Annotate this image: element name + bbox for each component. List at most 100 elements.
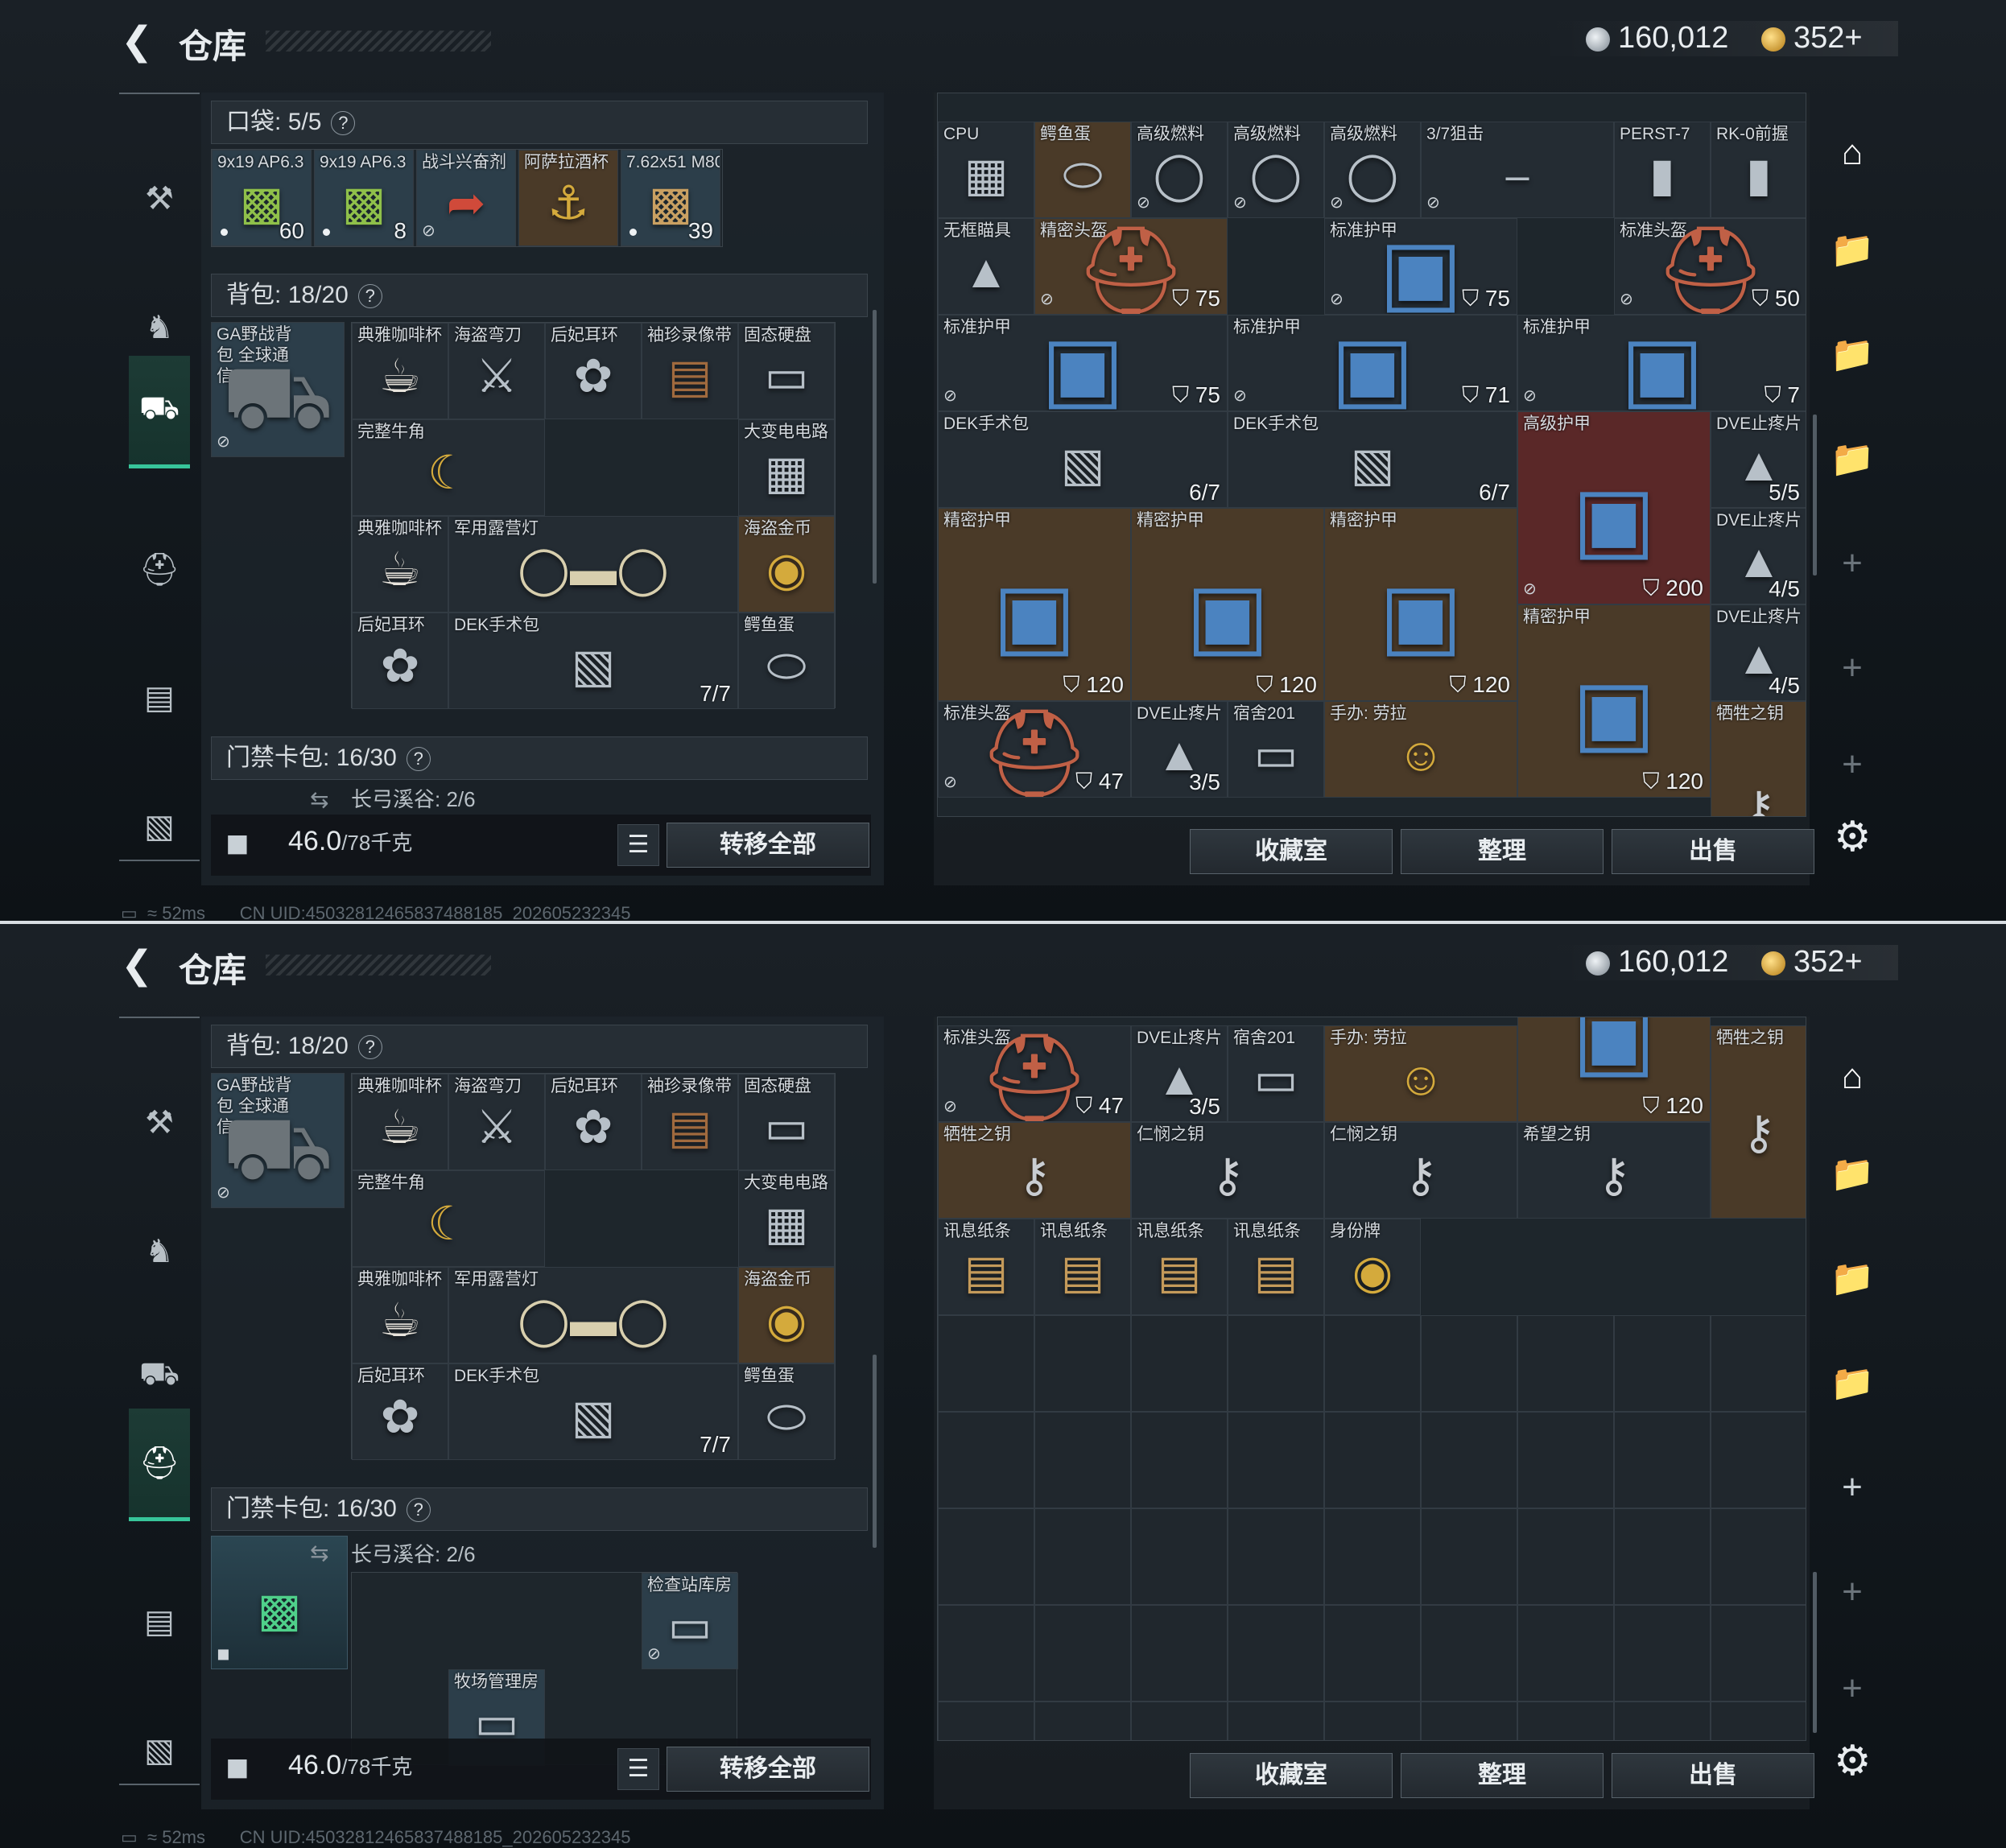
empty-slot[interactable] [1228,1702,1324,1740]
stash-item[interactable]: 标准护甲 ▣ ⛉ 7 ⊘ [1517,315,1806,411]
nav-armor-icon[interactable]: ♞ [119,1195,200,1308]
item-slot[interactable]: 军用露营灯 ◯▬◯ [448,516,738,613]
stash-scrollbar[interactable] [1813,1572,1817,1733]
stash-item[interactable]: 精密护甲 ▣ ⛉ 120 [1324,508,1517,701]
empty-slot[interactable] [1034,1412,1131,1508]
empty-slot[interactable] [1324,1315,1421,1412]
list-view-button[interactable]: ☰ [617,1748,659,1790]
empty-slot[interactable] [1421,1605,1517,1702]
empty-slot[interactable] [1131,1605,1228,1702]
pocket-slot[interactable]: 战斗兴奋剂 ➦ ⊘ [416,150,516,246]
stash-item[interactable]: 精密护甲 ▣ ⛉ 120 [1131,508,1324,701]
nav-vest-icon[interactable]: ▤ [119,641,200,754]
stash-item[interactable]: 标准头盔 ⛑ ⛉ 47 ⊘ [938,701,1131,798]
add-icon[interactable]: + [1818,1447,1887,1528]
item-slot[interactable]: 海盗弯刀 ⚔ [448,323,545,419]
pocket-slot[interactable]: 9x19 AP6.3 ▩ 60 [212,150,312,246]
empty-slot[interactable] [1034,1315,1131,1412]
item-slot[interactable]: 军用露营灯 ◯▬◯ [448,1267,738,1363]
stash-item[interactable]: 讯息纸条 ▤ [1228,1219,1324,1315]
stash-item[interactable]: DVE止疼片 ▲ 3/5 [1131,1025,1228,1122]
item-slot[interactable]: DEK手术包 ▧ 7/7 [448,1363,738,1460]
empty-slot[interactable] [1711,1702,1806,1740]
stash-item[interactable]: DEK手术包 ▧ 6/7 [1228,411,1517,508]
empty-slot[interactable] [1228,1315,1324,1412]
left-scrollbar[interactable] [873,1355,877,1548]
folder-iv-icon[interactable]: 📁 [1818,1133,1887,1214]
folder-ii-icon[interactable]: 📁 [1818,314,1887,394]
empty-slot[interactable] [1711,1605,1806,1702]
empty-slot[interactable] [938,1412,1034,1508]
stash-item[interactable]: DVE止疼片 ▲ 4/5 [1711,604,1806,701]
item-slot[interactable]: 固态硬盘 ▭ [738,1074,835,1170]
keycard-slot[interactable]: 检查站库房 ▭ ⊘ [642,1573,738,1669]
empty-slot[interactable] [1131,1508,1228,1605]
empty-slot[interactable] [1614,1702,1711,1740]
pocket-slot[interactable]: 9x19 AP6.3 ▩ 8 [314,150,414,246]
empty-slot[interactable] [1228,1605,1324,1702]
empty-slot[interactable] [1034,1702,1131,1740]
empty-slot[interactable] [1517,1412,1614,1508]
stash-scrollbar[interactable] [1813,415,1817,575]
gold-coin-display[interactable]: 352+ [1761,21,1863,56]
item-slot[interactable]: 完整牛角 ☾ [352,1170,545,1267]
item-slot[interactable]: 后妃耳环 ✿ [352,613,448,709]
nav-helmet-icon[interactable]: ⛑ [129,1409,190,1521]
item-slot[interactable]: 袖珍录像带 ▤ [642,1074,738,1170]
item-slot[interactable]: 完整牛角 ☾ [352,419,545,516]
home-icon[interactable]: ⌂ [1818,113,1887,193]
item-slot[interactable]: 海盗金币 ◉ [738,1267,835,1363]
stash-item[interactable]: 宿舍201 ▭ [1228,701,1324,798]
back-arrow-icon[interactable]: ❮ [121,23,153,61]
add-icon[interactable]: + [1818,724,1887,805]
nav-vest-icon[interactable]: ▤ [119,1565,200,1678]
empty-slot[interactable] [1421,1315,1517,1412]
swap-icon[interactable]: ⇆ [310,1540,328,1566]
collection-button[interactable]: 收藏室 [1190,1753,1393,1798]
stash-item[interactable]: 手办: 劳拉 ☺ [1324,1025,1517,1122]
empty-slot[interactable] [1131,1315,1228,1412]
sort-button[interactable]: 整理 [1401,1753,1604,1798]
add-icon[interactable]: + [1818,523,1887,604]
empty-slot[interactable] [1131,1702,1228,1740]
stash-item[interactable]: 高级护甲 ▣ ⛉ 200 ⊘ [1517,411,1711,604]
empty-slot[interactable] [1421,1508,1517,1605]
help-icon[interactable]: ? [406,1498,431,1523]
empty-slot[interactable] [1228,1508,1324,1605]
empty-slot[interactable] [1034,1508,1131,1605]
empty-slot[interactable] [1421,1702,1517,1740]
help-icon[interactable]: ? [331,111,356,136]
item-slot[interactable]: 鳄鱼蛋 ⬭ [738,613,835,709]
empty-slot[interactable] [938,1702,1034,1740]
stash-item[interactable]: 3/7狙击 ⎯ ⊘ [1421,122,1614,218]
item-slot[interactable]: DEK手术包 ▧ 7/7 [448,613,738,709]
transfer-all-button[interactable]: 转移全部 [667,1747,869,1792]
stash-item[interactable]: 手办: 劳拉 ☺ [1324,701,1517,798]
item-slot[interactable]: 固态硬盘 ▭ [738,323,835,419]
empty-slot[interactable] [1711,1315,1806,1412]
stash-item[interactable]: 标准护甲 ▣ ⛉ 71 ⊘ [1228,315,1517,411]
stash-item[interactable]: 仁悯之钥 ⚷ [1131,1122,1324,1219]
item-slot[interactable]: 后妃耳环 ✿ [352,1363,448,1460]
sell-button[interactable]: 出售 [1612,1753,1814,1798]
stash-item[interactable]: 牺牲之钥 ⚷ [1711,701,1806,816]
back-arrow-icon[interactable]: ❮ [121,947,153,985]
nav-briefcase-icon[interactable]: ▧ [119,770,200,883]
item-slot[interactable]: 大变电电路 ▦ [738,1170,835,1267]
stash-item[interactable]: 希望之钥 ⚷ [1517,1122,1711,1219]
empty-slot[interactable] [1711,1412,1806,1508]
add-icon[interactable]: + [1818,1648,1887,1729]
pocket-slot[interactable]: 阿萨拉酒杯 ⚓ [518,150,618,246]
empty-slot[interactable] [1614,1315,1711,1412]
stash-item[interactable]: 无框瞄具 ▲ [938,218,1034,315]
folder-iii-icon[interactable]: 📁 [1818,419,1887,499]
empty-slot[interactable] [938,1605,1034,1702]
gold-coin-display[interactable]: 352+ [1761,945,1863,980]
empty-slot[interactable] [1517,1508,1614,1605]
stash-item[interactable]: 标准头盔 ⛑ ⛉ 50 ⊘ [1614,218,1806,315]
empty-slot[interactable] [1614,1412,1711,1508]
stash-item[interactable]: 标准护甲 ▣ ⛉ 75 ⊘ [938,315,1228,411]
stash-item[interactable]: 仁悯之钥 ⚷ [1324,1122,1517,1219]
stash-item[interactable]: 精密护甲 ▣ ⛉ 120 [938,508,1131,701]
empty-slot[interactable] [1517,1702,1614,1740]
